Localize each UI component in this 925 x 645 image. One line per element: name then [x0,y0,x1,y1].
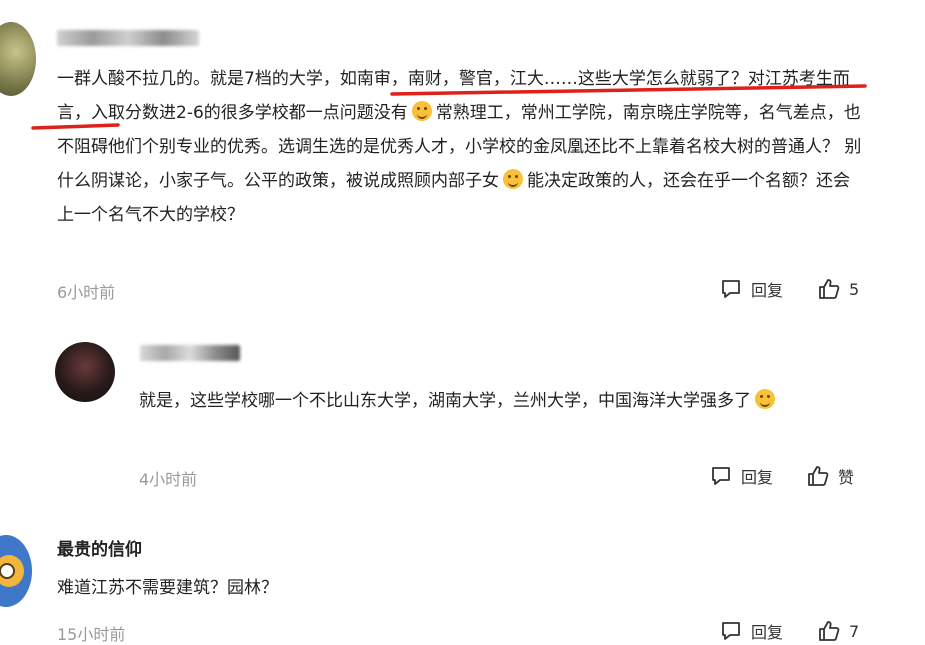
like-button[interactable]: 7 [817,619,859,643]
like-label: 赞 [838,468,855,487]
reply-label: 回复 [751,281,784,300]
like-button[interactable]: 5 [817,277,859,301]
reply-icon [712,467,730,485]
comment-text: 难道江苏不需要建筑？园林？ [57,571,862,605]
like-button[interactable]: 赞 [806,464,854,488]
thumbs-up-icon [819,279,840,299]
reply-button[interactable]: 回复 [719,619,783,643]
username[interactable]: 最贵的信仰 [57,535,142,560]
like-count: 7 [849,621,860,641]
red-underline-annotation [31,84,867,130]
like-count: 5 [849,279,860,299]
laugh-cry-emoji [503,169,523,189]
reply-label: 回复 [741,468,774,487]
smile-emoji [755,389,775,409]
avatar[interactable] [55,342,115,402]
reply-text-content: 就是，这些学校哪一个不比山东大学，湖南大学，兰州大学，中国海洋大学强多了 [139,391,751,411]
comment-time: 6小时前 [57,283,116,302]
comment-text-content: 难道江苏不需要建筑？园林？ [57,578,278,598]
comment-time: 15小时前 [57,625,126,644]
thumbs-up-icon [819,621,840,641]
reply-icon [722,280,740,298]
avatar[interactable] [0,535,32,607]
thumbs-up-icon [808,466,829,486]
reply-icon [722,622,740,640]
reply-button[interactable]: 回复 [709,464,773,488]
reply-text: 就是，这些学校哪一个不比山东大学，湖南大学，兰州大学，中国海洋大学强多了 [139,384,861,418]
reply-time: 4小时前 [139,470,198,489]
username-blurred[interactable] [140,345,240,361]
reply-label: 回复 [751,623,784,642]
reply-button[interactable]: 回复 [719,277,783,301]
